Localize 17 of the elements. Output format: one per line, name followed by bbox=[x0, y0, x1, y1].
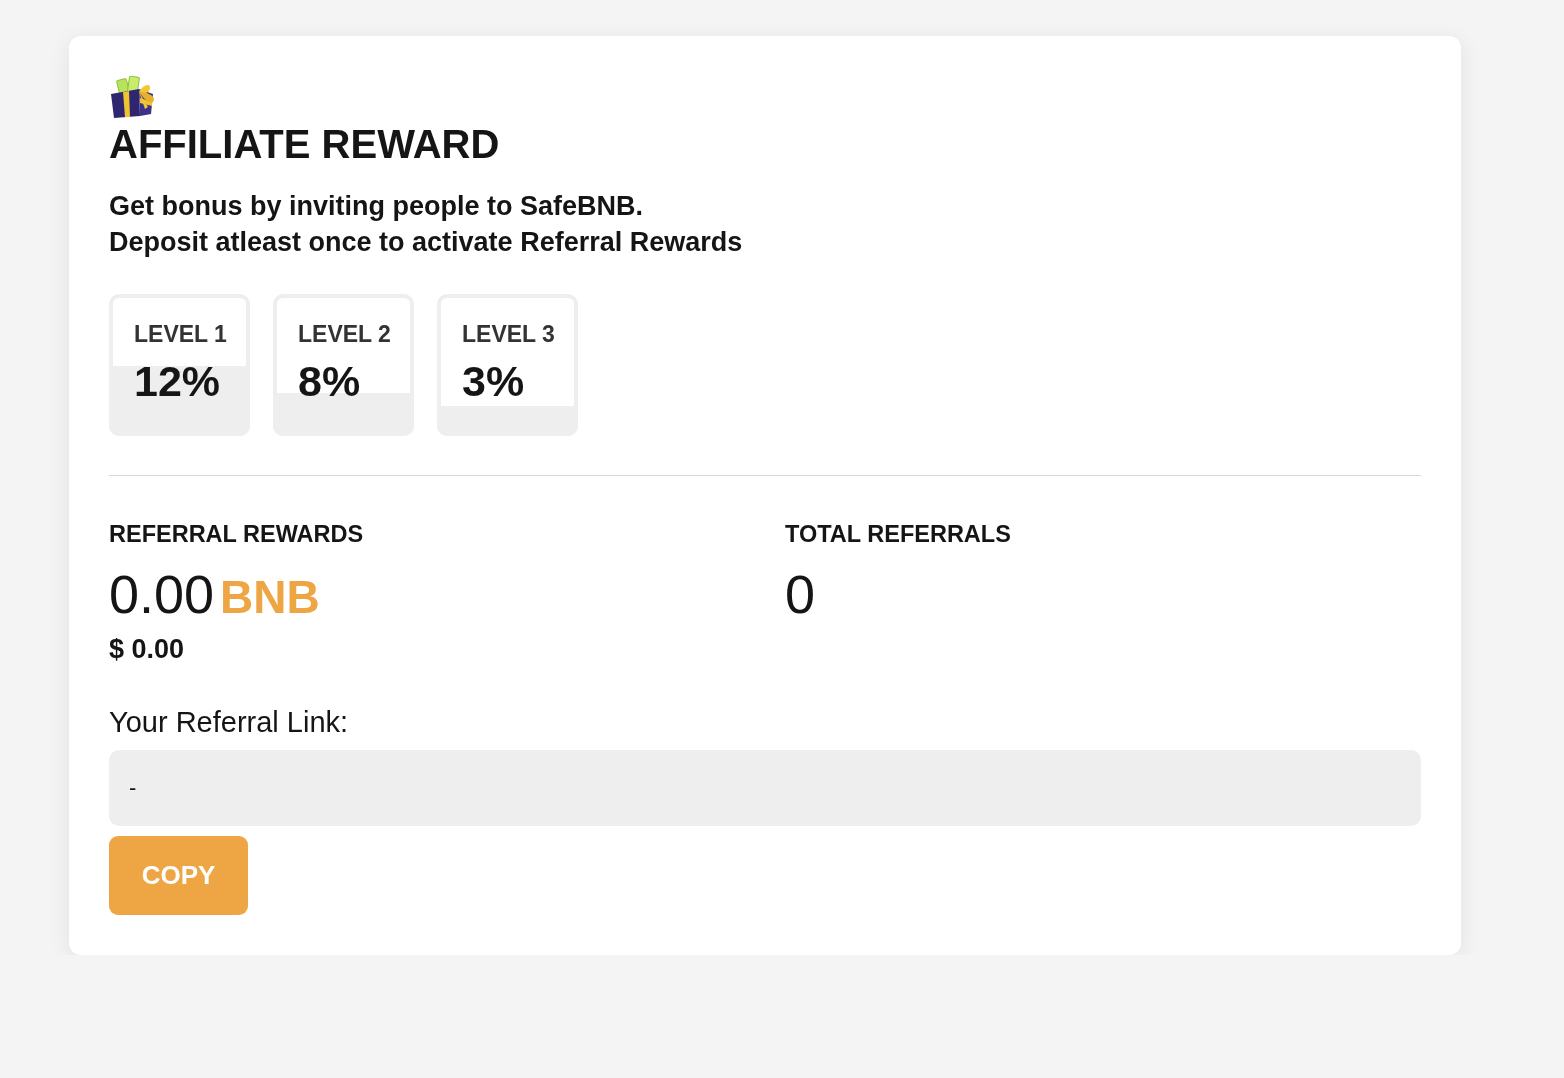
field-label: Your Referral Link: bbox=[109, 704, 350, 740]
referral-link-field[interactable]: - bbox=[109, 749, 1421, 826]
stat-value: 0 bbox=[785, 565, 816, 625]
description-text: Get bonus by inviting people to SafeBNB. bbox=[109, 190, 645, 223]
level-label: LEVEL 2 bbox=[298, 321, 392, 349]
level-percent: 12% bbox=[134, 357, 222, 405]
usd-value: $ 0.00 bbox=[109, 632, 186, 665]
description-text: Deposit atleast once to activate Referral Rewards bbox=[109, 226, 744, 259]
level-label: LEVEL 3 bbox=[462, 321, 556, 349]
level-percent: 8% bbox=[298, 357, 362, 405]
stat-label: REFERRAL REWARDS bbox=[109, 520, 365, 549]
stat-value: 0.00 bbox=[109, 565, 215, 625]
level-percent: 3% bbox=[462, 357, 526, 405]
currency-unit: BNB bbox=[220, 572, 320, 623]
card-title: AFFILIATE REWARD bbox=[109, 121, 501, 168]
stat-label: TOTAL REFERRALS bbox=[785, 520, 1012, 549]
level-label: LEVEL 1 bbox=[134, 321, 228, 349]
